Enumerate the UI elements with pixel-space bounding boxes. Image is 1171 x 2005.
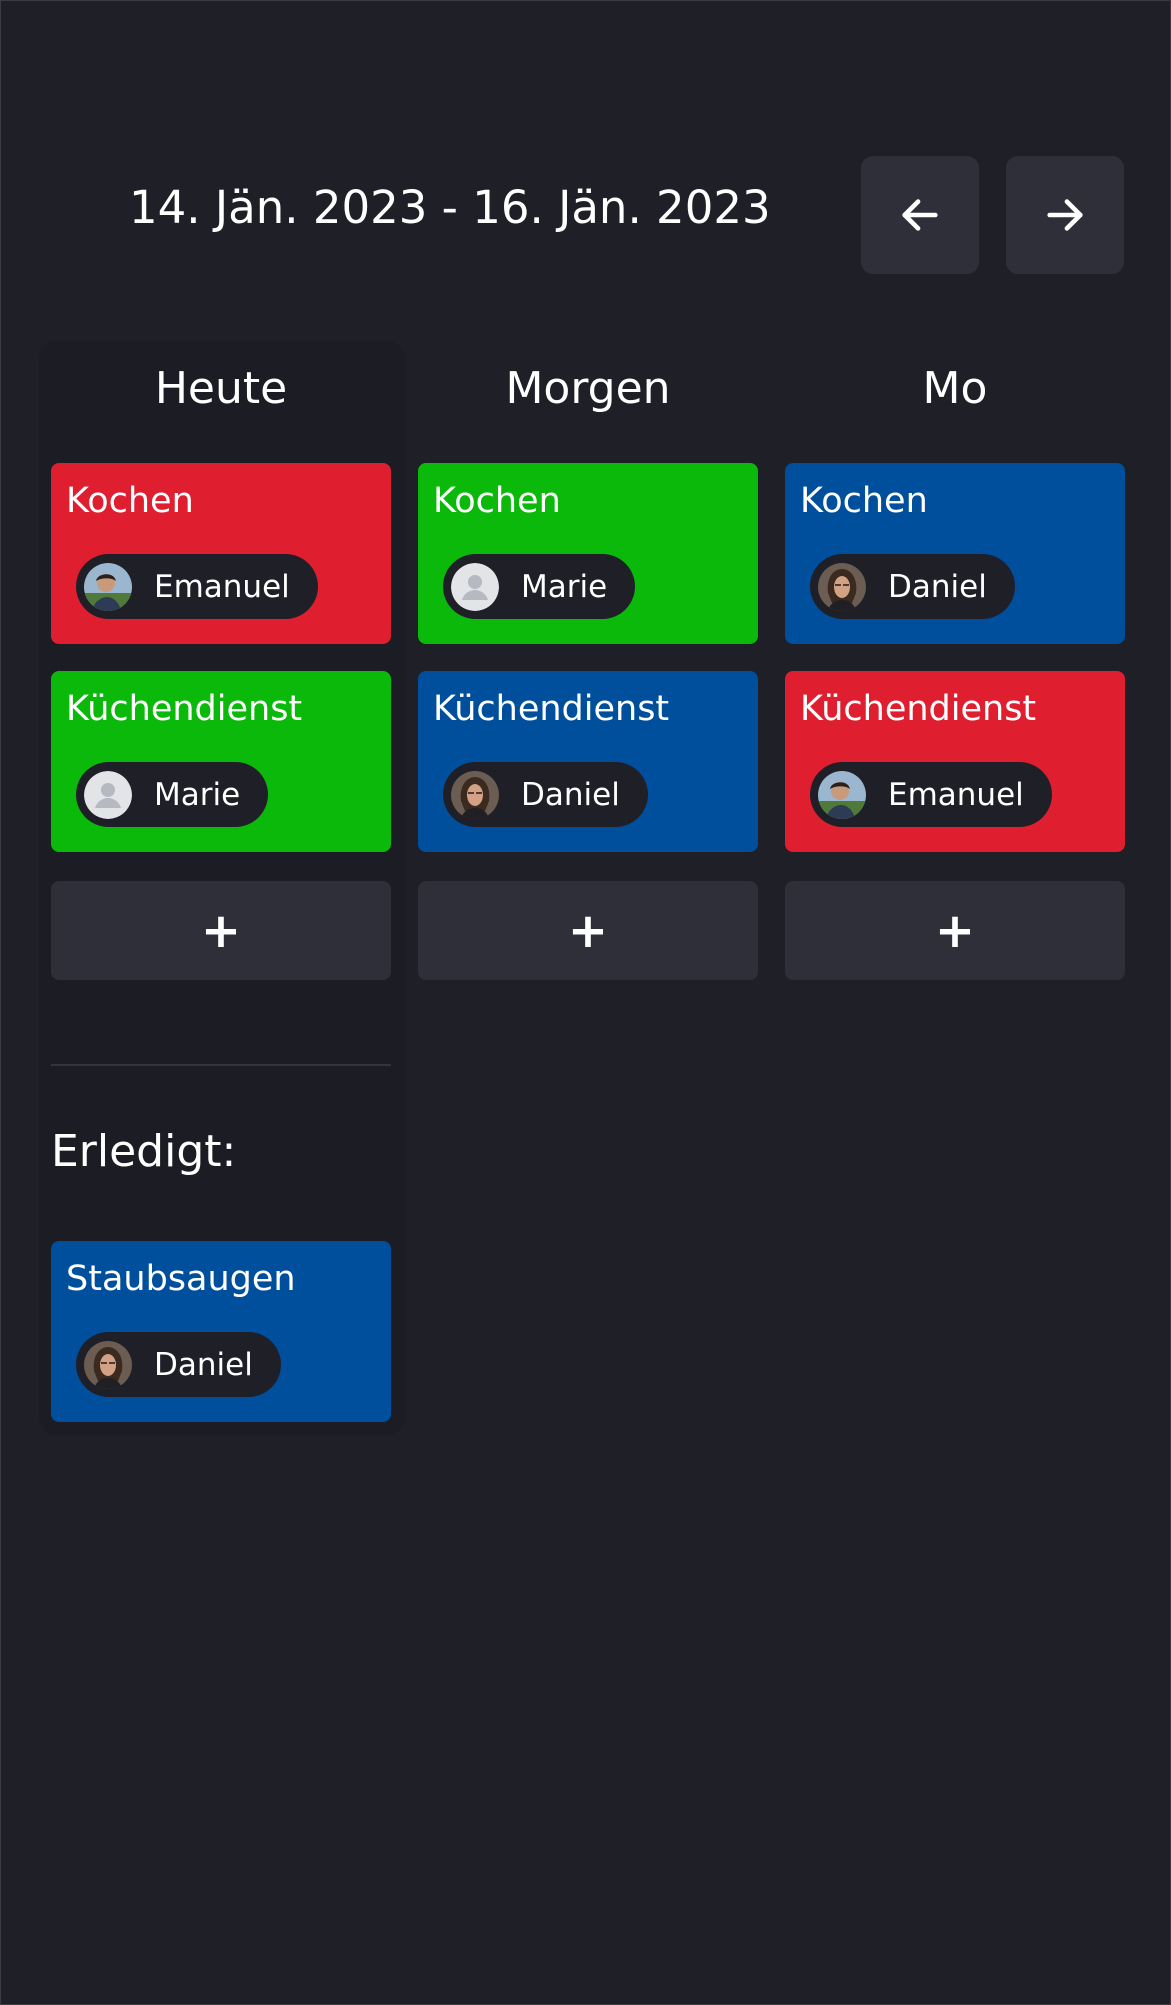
- task-title: Küchendienst: [800, 689, 1037, 729]
- task-card[interactable]: Kochen Daniel: [785, 463, 1125, 644]
- assignee-name: Marie: [521, 568, 608, 605]
- day-column-title: Heute: [154, 363, 288, 414]
- date-range-title: 14. Jän. 2023 - 16. Jän. 2023: [129, 181, 771, 234]
- arrow-left-icon: [902, 199, 938, 231]
- done-task-card[interactable]: Staubsaugen Daniel: [51, 1241, 391, 1422]
- task-title: Staubsaugen: [66, 1259, 296, 1299]
- assignee-name: Marie: [154, 776, 241, 813]
- daniel-avatar-icon: [818, 562, 866, 611]
- add-task-button[interactable]: +: [51, 881, 391, 980]
- task-card[interactable]: Kochen Emanuel: [51, 463, 391, 644]
- day-column-title: Mo: [922, 363, 988, 414]
- assignee-name: Emanuel: [154, 568, 290, 605]
- emanuel-avatar-icon: [818, 770, 866, 819]
- assignee-chip[interactable]: Emanuel: [810, 762, 1052, 827]
- assignee-name: Emanuel: [888, 776, 1024, 813]
- section-divider: [51, 1064, 391, 1066]
- assignee-chip[interactable]: Marie: [443, 554, 636, 619]
- assignee-chip[interactable]: Daniel: [76, 1332, 281, 1397]
- task-title: Kochen: [433, 481, 561, 521]
- next-week-button[interactable]: [1006, 156, 1124, 274]
- task-card[interactable]: Kochen Marie: [418, 463, 758, 644]
- task-card[interactable]: Küchendienst Emanuel: [785, 671, 1125, 852]
- assignee-chip[interactable]: Daniel: [810, 554, 1015, 619]
- assignee-chip[interactable]: Emanuel: [76, 554, 318, 619]
- default-user-icon: [451, 562, 499, 611]
- chores-week-view: 14. Jän. 2023 - 16. Jän. 2023 Heute Koch…: [0, 0, 1171, 2005]
- add-task-button[interactable]: +: [785, 881, 1125, 980]
- task-title: Küchendienst: [66, 689, 303, 729]
- default-user-icon: [84, 770, 132, 819]
- day-column-title: Morgen: [505, 363, 671, 414]
- task-card[interactable]: Küchendienst Marie: [51, 671, 391, 852]
- task-title: Küchendienst: [433, 689, 670, 729]
- task-title: Kochen: [66, 481, 194, 521]
- day-column-monday: Mo Kochen Daniel Küchendienst Emanuel +: [785, 341, 1125, 980]
- assignee-chip[interactable]: Marie: [76, 762, 269, 827]
- add-task-button[interactable]: +: [418, 881, 758, 980]
- assignee-name: Daniel: [521, 776, 620, 813]
- done-section-label: Erledigt:: [51, 1126, 237, 1177]
- arrow-right-icon: [1047, 199, 1083, 231]
- assignee-name: Daniel: [154, 1346, 253, 1383]
- emanuel-avatar-icon: [84, 562, 132, 611]
- previous-week-button[interactable]: [861, 156, 979, 274]
- assignee-chip[interactable]: Daniel: [443, 762, 648, 827]
- task-title: Kochen: [800, 481, 928, 521]
- day-column-today: Heute Kochen Emanuel Küchendienst Marie …: [51, 341, 391, 980]
- task-card[interactable]: Küchendienst Daniel: [418, 671, 758, 852]
- assignee-name: Daniel: [888, 568, 987, 605]
- daniel-avatar-icon: [451, 770, 499, 819]
- daniel-avatar-icon: [84, 1340, 132, 1389]
- day-column-tomorrow: Morgen Kochen Marie Küchendienst Daniel …: [418, 341, 758, 980]
